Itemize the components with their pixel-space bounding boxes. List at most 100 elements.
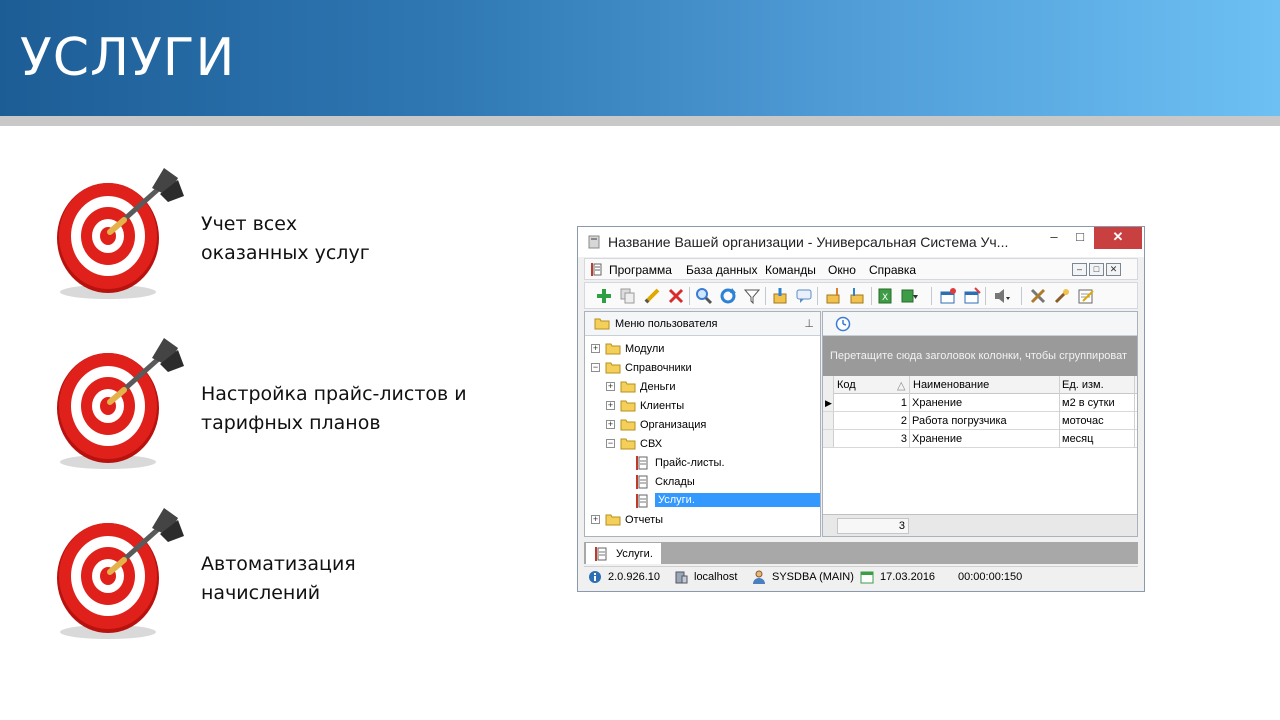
- sort-descending-icon[interactable]: [849, 287, 867, 305]
- close-button[interactable]: ✕: [1094, 227, 1142, 249]
- banner-divider: [0, 116, 1280, 126]
- bullet-item: Автоматизация начислений: [52, 504, 512, 644]
- document-icon: [591, 263, 602, 276]
- sort-ascending-icon[interactable]: [825, 287, 843, 305]
- table-row[interactable]: 2 Работа погрузчика моточас: [823, 412, 1137, 430]
- services-grid-panel: Перетащите сюда заголовок колонки, чтобы…: [822, 311, 1138, 537]
- expand-icon[interactable]: +: [591, 344, 600, 353]
- cell-code: 3: [900, 433, 907, 445]
- bullet-line: Настройка прайс-листов и: [201, 383, 467, 405]
- expand-icon[interactable]: +: [606, 401, 615, 410]
- cell-unit: м2 в сутки: [1062, 397, 1115, 409]
- menu-item-database[interactable]: База данных: [686, 263, 757, 277]
- folder-icon: [620, 419, 636, 431]
- column-header-unit[interactable]: Ед. изм.: [1062, 379, 1104, 391]
- toolbar-separator: [931, 287, 932, 305]
- menu-item-window[interactable]: Окно: [828, 263, 856, 277]
- column-divider: [1059, 376, 1060, 448]
- tab-services[interactable]: Услуги.: [586, 543, 661, 564]
- document-icon: [595, 547, 607, 561]
- close-window-icon[interactable]: [963, 287, 981, 305]
- cell-name: Хранение: [912, 397, 963, 409]
- minimize-button[interactable]: –: [1040, 227, 1068, 249]
- expand-icon[interactable]: +: [591, 515, 600, 524]
- document-icon: [636, 494, 648, 508]
- status-version: 2.0.926.10: [608, 571, 660, 583]
- bullet-line: тарифных планов: [201, 412, 381, 434]
- cell-code: 1: [900, 397, 907, 409]
- copy-icon[interactable]: [619, 287, 637, 305]
- bullet-line: оказанных услуг: [201, 242, 370, 264]
- status-host: localhost: [694, 571, 738, 583]
- pin-icon[interactable]: ⊥: [804, 317, 814, 330]
- import-icon[interactable]: [771, 287, 789, 305]
- tools-icon[interactable]: [1029, 287, 1047, 305]
- menu-item-help[interactable]: Справка: [869, 263, 916, 277]
- toolbar-separator: [765, 287, 766, 305]
- grid-footer: 3: [823, 514, 1137, 536]
- bullet-text: Настройка прайс-листов и тарифных планов: [201, 380, 467, 438]
- user-menu-header: Меню пользователя ⊥: [585, 312, 820, 336]
- bullet-item: Учет всех оказанных услуг: [52, 164, 512, 304]
- mdi-minimize-button[interactable]: –: [1072, 263, 1087, 276]
- expand-icon[interactable]: +: [606, 420, 615, 429]
- tree-item-label: Прайс-листы.: [655, 457, 725, 469]
- refresh-icon[interactable]: [719, 287, 737, 305]
- sound-icon[interactable]: [993, 287, 1011, 305]
- mdi-restore-button[interactable]: □: [1089, 263, 1104, 276]
- header-banner: УСЛУГИ: [0, 0, 1280, 116]
- bullet-text: Учет всех оказанных услуг: [201, 210, 370, 268]
- server-icon: [675, 571, 688, 584]
- menu-bar: Программа База данных Команды Окно Справ…: [584, 258, 1138, 280]
- folder-open-icon: [620, 438, 636, 450]
- maximize-button[interactable]: □: [1066, 227, 1094, 249]
- search-icon[interactable]: [695, 287, 713, 305]
- table-row[interactable]: 3 Хранение месяц: [823, 430, 1137, 448]
- column-header-code[interactable]: Код: [837, 379, 856, 391]
- status-time: 00:00:00:150: [958, 571, 1023, 583]
- menu-item-program[interactable]: Программа: [609, 263, 672, 277]
- expand-icon[interactable]: +: [606, 382, 615, 391]
- notes-icon[interactable]: [1077, 287, 1095, 305]
- toolbar-separator: [871, 287, 872, 305]
- bullet-line: Учет всех: [201, 213, 298, 235]
- table-row[interactable]: 1 Хранение м2 в сутки: [823, 394, 1137, 412]
- target-dart-icon: [57, 338, 184, 469]
- filter-icon[interactable]: [743, 287, 761, 305]
- collapse-icon[interactable]: −: [591, 363, 600, 372]
- folder-icon: [620, 400, 636, 412]
- bullet-line: Автоматизация: [201, 553, 356, 575]
- export-dropdown-icon[interactable]: [901, 287, 919, 305]
- collapse-icon[interactable]: −: [606, 439, 615, 448]
- grid-header: Код △ Наименование Ед. изм.: [823, 376, 1137, 394]
- column-divider: [1134, 376, 1135, 448]
- comment-icon[interactable]: [795, 287, 813, 305]
- new-window-icon[interactable]: [939, 287, 957, 305]
- column-header-name[interactable]: Наименование: [913, 379, 989, 391]
- main-toolbar: X: [584, 282, 1138, 309]
- clock-icon[interactable]: [835, 316, 851, 332]
- group-by-panel[interactable]: Перетащите сюда заголовок колонки, чтобы…: [823, 336, 1137, 376]
- group-by-hint: Перетащите сюда заголовок колонки, чтобы…: [830, 350, 1128, 362]
- magic-wand-icon[interactable]: [1053, 287, 1071, 305]
- target-dart-icon: [57, 168, 184, 299]
- column-divider: [909, 376, 910, 448]
- bullet-line: начислений: [201, 582, 321, 604]
- cell-unit: моточас: [1062, 415, 1104, 427]
- user-icon: [753, 570, 765, 584]
- edit-pencil-icon[interactable]: [643, 287, 661, 305]
- tree-item-label: Склады: [655, 476, 695, 488]
- export-excel-icon[interactable]: X: [877, 287, 895, 305]
- folder-icon: [594, 318, 610, 330]
- folder-icon: [605, 343, 621, 355]
- toolbar-separator: [817, 287, 818, 305]
- mdi-close-button[interactable]: ✕: [1106, 263, 1121, 276]
- toolbar-separator: [689, 287, 690, 305]
- menu-item-commands[interactable]: Команды: [765, 263, 816, 277]
- cell-name: Работа погрузчика: [912, 415, 1007, 427]
- add-icon[interactable]: [595, 287, 613, 305]
- tree-item-label: Клиенты: [640, 400, 685, 412]
- tree-item-label: Организация: [640, 419, 707, 431]
- record-count: 3: [837, 518, 909, 534]
- delete-icon[interactable]: [667, 287, 685, 305]
